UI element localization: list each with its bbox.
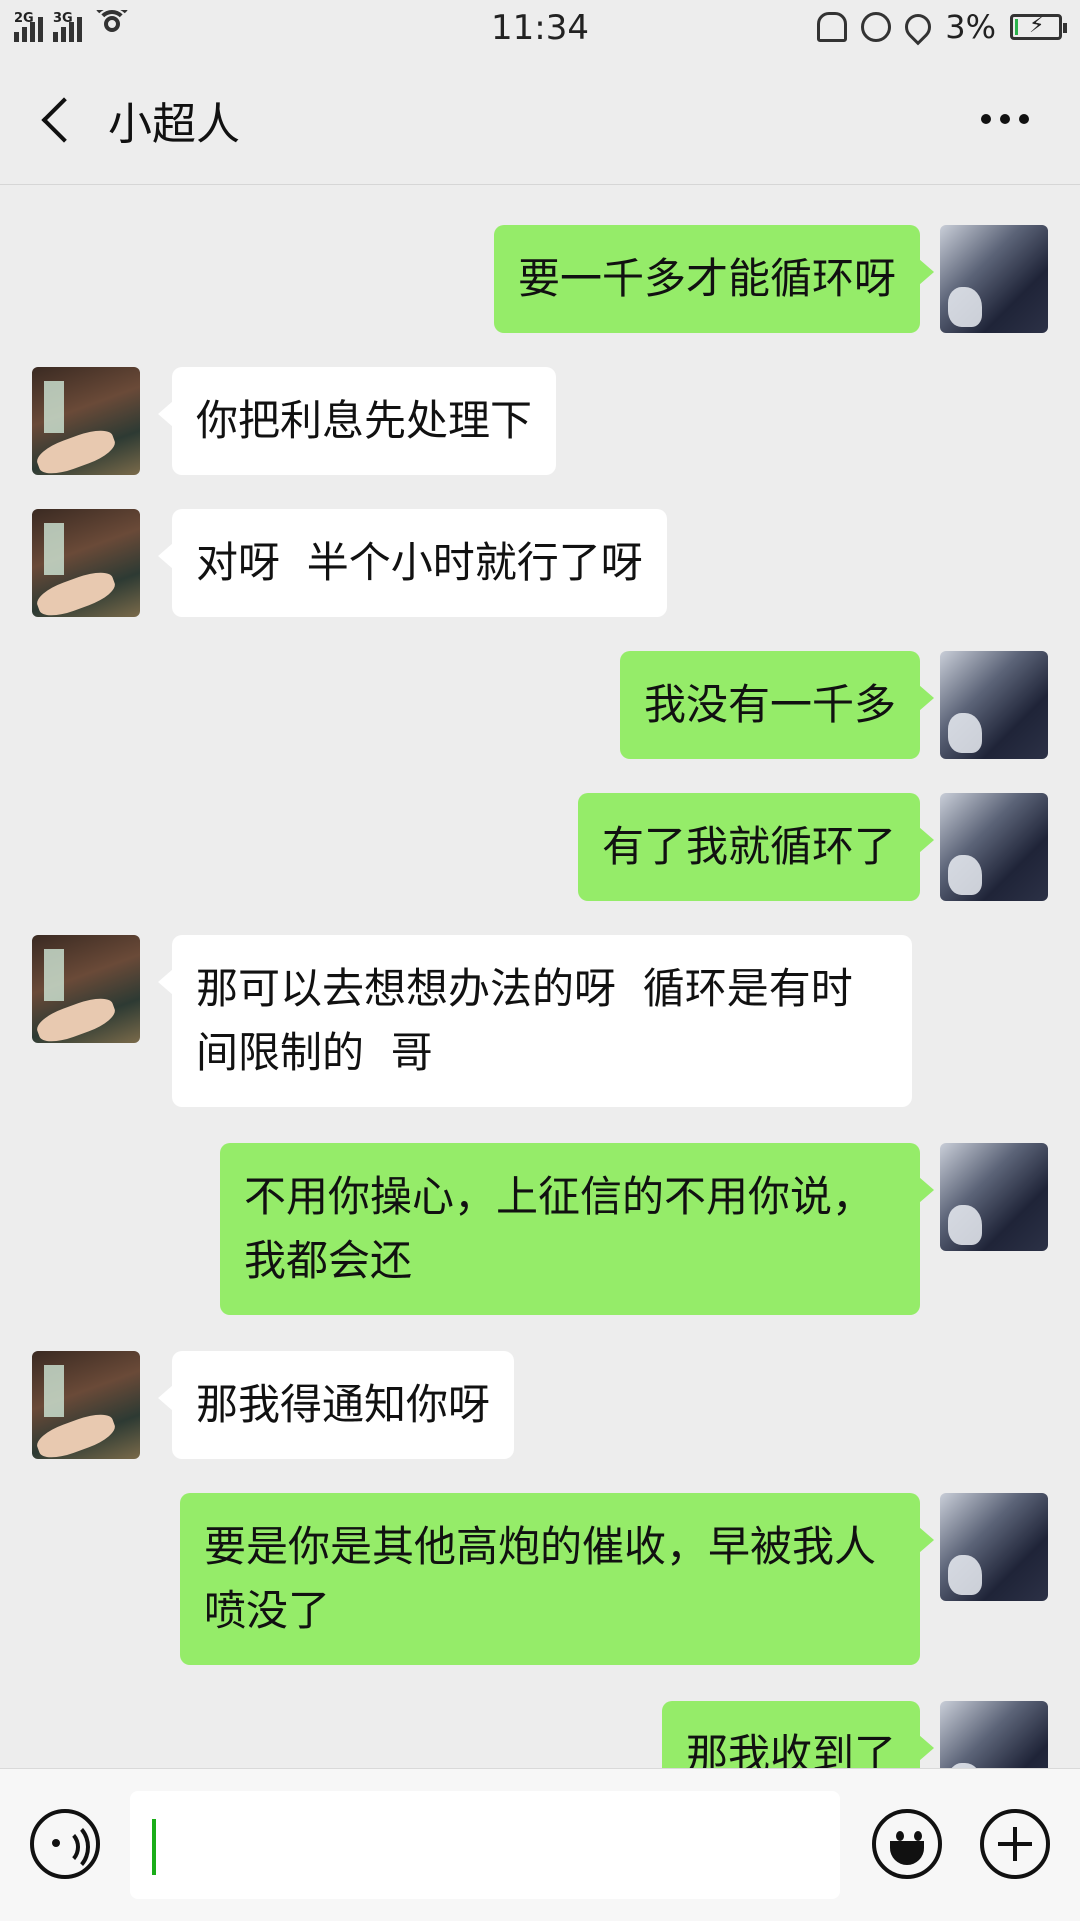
message-input[interactable] — [130, 1791, 840, 1899]
avatar-self[interactable] — [940, 793, 1048, 901]
avatar-contact[interactable] — [32, 367, 140, 475]
avatar-contact[interactable] — [32, 935, 140, 1043]
message-bubble[interactable]: 你把利息先处理下 — [157, 367, 557, 475]
message-bubble[interactable]: 有了我就循环了 — [577, 793, 935, 901]
message-bubble[interactable]: 我没有一千多 — [619, 651, 935, 759]
message-bubble[interactable]: 要一千多才能循环呀 — [493, 225, 935, 333]
alarm-clock-icon — [861, 12, 892, 42]
location-pin-icon — [899, 8, 937, 46]
chat-title: 小超人 — [108, 99, 240, 150]
input-bar — [0, 1768, 1080, 1921]
text-caret — [152, 1819, 156, 1875]
avatar-self[interactable] — [940, 1493, 1048, 1601]
battery-charging-icon: ⚡ — [1010, 13, 1067, 40]
chat-header: 小超人 — [0, 58, 1080, 185]
message-list[interactable]: 要一千多才能循环呀 你把利息先处理下 对呀 半个小时就行了呀 我没有一千多 有了… — [0, 185, 1080, 1768]
message-bubble[interactable]: 那我收到了 — [661, 1701, 935, 1768]
more-dots-icon — [981, 114, 991, 124]
battery-percent: 3% — [945, 8, 996, 46]
avatar-self[interactable] — [940, 651, 1048, 759]
more-button[interactable] — [970, 94, 1040, 144]
status-bar: 2G 3G 11:34 3% ⚡ — [0, 0, 1080, 58]
avatar-self[interactable] — [940, 1143, 1048, 1251]
message-bubble[interactable]: 对呀 半个小时就行了呀 — [158, 509, 667, 617]
avatar-contact[interactable] — [32, 509, 140, 617]
avatar-self[interactable] — [940, 225, 1048, 333]
mute-bell-icon — [817, 12, 848, 42]
plus-button[interactable] — [980, 1809, 1050, 1879]
voice-button[interactable] — [30, 1809, 100, 1879]
back-button[interactable] — [30, 92, 86, 148]
emoji-icon — [896, 1831, 904, 1841]
avatar-contact[interactable] — [32, 1351, 140, 1459]
emoji-button[interactable] — [872, 1809, 942, 1879]
message-bubble[interactable]: 那可以去想想办法的呀 循环是有时间限制的 哥 — [158, 935, 912, 1107]
status-icons: 3% ⚡ — [817, 8, 1067, 46]
message-bubble[interactable]: 那我得通知你呀 — [157, 1351, 515, 1459]
avatar-self[interactable] — [940, 1701, 1048, 1768]
message-bubble[interactable]: 不用你操心，上征信的不用你说，我都会还 — [220, 1143, 934, 1315]
message-bubble[interactable]: 要是你是其他高炮的催收，早被我人喷没了 — [180, 1493, 934, 1665]
